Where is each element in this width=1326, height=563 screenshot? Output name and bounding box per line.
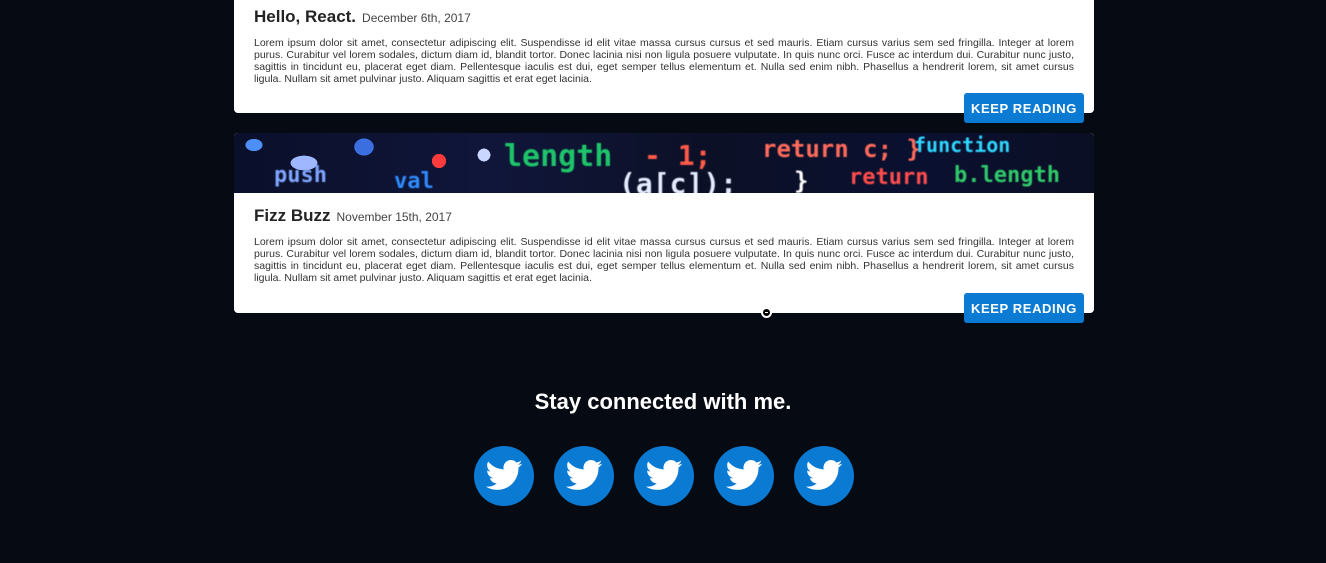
banner-token: val <box>394 169 434 193</box>
banner-token: push <box>274 163 327 188</box>
twitter-icon <box>645 460 683 490</box>
banner-token: } <box>794 167 809 193</box>
keep-reading-button[interactable]: KEEP READING <box>964 293 1084 323</box>
post-body: Hello, React. December 6th, 2017 Lorem i… <box>234 0 1094 85</box>
post-date: December 6th, 2017 <box>362 11 471 25</box>
twitter-icon <box>485 460 523 490</box>
post-date: November 15th, 2017 <box>336 210 452 224</box>
twitter-icon <box>805 460 843 490</box>
mouse-cursor-icon <box>761 307 772 318</box>
twitter-link-5[interactable] <box>794 446 854 506</box>
banner-token: return c; } <box>762 135 921 163</box>
post-card-hello-react: Hello, React. December 6th, 2017 Lorem i… <box>234 0 1094 123</box>
twitter-icon <box>725 460 763 490</box>
twitter-icon <box>565 460 603 490</box>
post-title[interactable]: Fizz Buzz <box>254 206 331 226</box>
banner-token: return <box>849 165 929 190</box>
stay-connected-heading: Stay connected with me. <box>534 389 792 414</box>
twitter-link-4[interactable] <box>714 446 774 506</box>
post-excerpt: Lorem ipsum dolor sit amet, consectetur … <box>254 37 1074 85</box>
twitter-link-1[interactable] <box>474 446 534 506</box>
banner-token: function <box>914 133 1011 157</box>
post-excerpt: Lorem ipsum dolor sit amet, consectetur … <box>254 236 1074 284</box>
keep-reading-button[interactable]: KEEP READING <box>964 93 1084 123</box>
post-header: Hello, React. December 6th, 2017 <box>254 7 1074 27</box>
page: Hello, React. December 6th, 2017 Lorem i… <box>0 0 1326 563</box>
post-header: Fizz Buzz November 15th, 2017 <box>254 206 1074 226</box>
banner-token: b.length <box>954 163 1060 188</box>
post-body: Fizz Buzz November 15th, 2017 Lorem ipsu… <box>234 193 1094 284</box>
twitter-link-2[interactable] <box>554 446 614 506</box>
banner-token: (a[c]); <box>619 167 738 193</box>
twitter-link-3[interactable] <box>634 446 694 506</box>
banner-token: length <box>504 139 613 174</box>
code-banner-image: push val length - 1; return c; } functio… <box>234 133 1094 193</box>
post-title[interactable]: Hello, React. <box>254 7 356 27</box>
social-links <box>474 446 854 506</box>
post-card-fizz-buzz: push val length - 1; return c; } functio… <box>234 133 1094 323</box>
